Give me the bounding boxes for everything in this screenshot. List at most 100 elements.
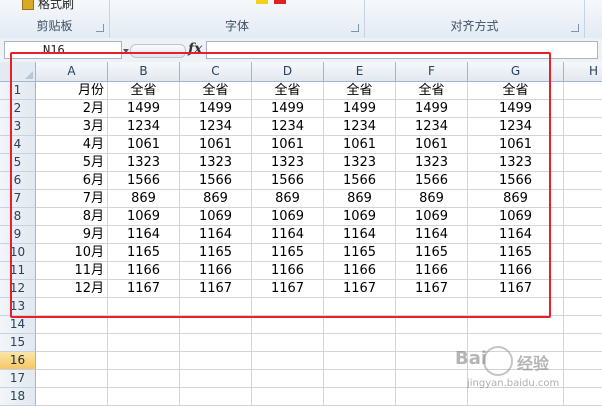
cell-e18[interactable]: [324, 388, 396, 406]
cell-c1[interactable]: 全省: [180, 82, 252, 100]
cell-c2[interactable]: 1499: [180, 100, 252, 118]
cell-d10[interactable]: 1165: [252, 244, 324, 262]
cell-f7[interactable]: 869: [396, 190, 468, 208]
cell-e12[interactable]: 1167: [324, 280, 396, 298]
cell-g4[interactable]: 1061: [468, 136, 564, 154]
cell-b1[interactable]: 全省: [108, 82, 180, 100]
cell-e15[interactable]: [324, 334, 396, 352]
row-header-1[interactable]: 1: [0, 82, 36, 100]
cell-a3[interactable]: 3月: [36, 118, 108, 136]
cell-g7[interactable]: 869: [468, 190, 564, 208]
row-header-4[interactable]: 4: [0, 136, 36, 154]
cell-b8[interactable]: 1069: [108, 208, 180, 226]
cell-f10[interactable]: 1165: [396, 244, 468, 262]
cell-h13[interactable]: [564, 298, 602, 316]
column-header-f[interactable]: F: [396, 62, 468, 82]
column-header-e[interactable]: E: [324, 62, 396, 82]
cell-d17[interactable]: [252, 370, 324, 388]
cell-c10[interactable]: 1165: [180, 244, 252, 262]
cell-c8[interactable]: 1069: [180, 208, 252, 226]
cell-b7[interactable]: 869: [108, 190, 180, 208]
row-header-11[interactable]: 11: [0, 262, 36, 280]
row-header-8[interactable]: 8: [0, 208, 36, 226]
cell-f9[interactable]: 1164: [396, 226, 468, 244]
name-box[interactable]: N16: [4, 41, 122, 59]
cell-g12[interactable]: 1167: [468, 280, 564, 298]
formula-input[interactable]: [206, 41, 598, 59]
clipboard-dialog-launcher-icon[interactable]: [96, 24, 104, 32]
cell-b11[interactable]: 1166: [108, 262, 180, 280]
row-header-15[interactable]: 15: [0, 334, 36, 352]
cell-h10[interactable]: [564, 244, 602, 262]
cell-d18[interactable]: [252, 388, 324, 406]
cell-c18[interactable]: [180, 388, 252, 406]
cell-f4[interactable]: 1061: [396, 136, 468, 154]
cell-d7[interactable]: 869: [252, 190, 324, 208]
row-header-3[interactable]: 3: [0, 118, 36, 136]
cell-e16[interactable]: [324, 352, 396, 370]
row-header-12[interactable]: 12: [0, 280, 36, 298]
cell-f14[interactable]: [396, 316, 468, 334]
cell-g9[interactable]: 1164: [468, 226, 564, 244]
alignment-dialog-launcher-icon[interactable]: [571, 24, 579, 32]
cell-h8[interactable]: [564, 208, 602, 226]
cell-b9[interactable]: 1164: [108, 226, 180, 244]
row-header-18[interactable]: 18: [0, 388, 36, 406]
cell-h1[interactable]: [564, 82, 602, 100]
cell-h4[interactable]: [564, 136, 602, 154]
cell-g2[interactable]: 1499: [468, 100, 564, 118]
row-header-6[interactable]: 6: [0, 172, 36, 190]
cell-e2[interactable]: 1499: [324, 100, 396, 118]
column-header-d[interactable]: D: [252, 62, 324, 82]
cell-f6[interactable]: 1566: [396, 172, 468, 190]
cell-a10[interactable]: 10月: [36, 244, 108, 262]
cell-a9[interactable]: 9月: [36, 226, 108, 244]
cell-a14[interactable]: [36, 316, 108, 334]
row-header-16[interactable]: 16: [0, 352, 36, 370]
cell-e7[interactable]: 869: [324, 190, 396, 208]
cell-a17[interactable]: [36, 370, 108, 388]
cell-d16[interactable]: [252, 352, 324, 370]
cell-f3[interactable]: 1234: [396, 118, 468, 136]
cell-f13[interactable]: [396, 298, 468, 316]
cell-e4[interactable]: 1061: [324, 136, 396, 154]
cell-a15[interactable]: [36, 334, 108, 352]
column-header-h[interactable]: H: [564, 62, 602, 82]
cell-c6[interactable]: 1566: [180, 172, 252, 190]
column-header-g[interactable]: G: [468, 62, 564, 82]
cell-d6[interactable]: 1566: [252, 172, 324, 190]
cell-e17[interactable]: [324, 370, 396, 388]
cell-d9[interactable]: 1164: [252, 226, 324, 244]
cell-g8[interactable]: 1069: [468, 208, 564, 226]
cell-d12[interactable]: 1167: [252, 280, 324, 298]
select-all-corner[interactable]: [0, 62, 36, 82]
cell-a1[interactable]: 月份: [36, 82, 108, 100]
cell-h5[interactable]: [564, 154, 602, 172]
cell-e5[interactable]: 1323: [324, 154, 396, 172]
cell-d8[interactable]: 1069: [252, 208, 324, 226]
cell-g5[interactable]: 1323: [468, 154, 564, 172]
cell-d14[interactable]: [252, 316, 324, 334]
cell-d4[interactable]: 1061: [252, 136, 324, 154]
cell-e10[interactable]: 1165: [324, 244, 396, 262]
cell-e6[interactable]: 1566: [324, 172, 396, 190]
cell-a13[interactable]: [36, 298, 108, 316]
row-header-17[interactable]: 17: [0, 370, 36, 388]
row-header-7[interactable]: 7: [0, 190, 36, 208]
cell-d1[interactable]: 全省: [252, 82, 324, 100]
cell-d3[interactable]: 1234: [252, 118, 324, 136]
cell-e11[interactable]: 1166: [324, 262, 396, 280]
cell-a4[interactable]: 4月: [36, 136, 108, 154]
cell-f1[interactable]: 全省: [396, 82, 468, 100]
cell-c15[interactable]: [180, 334, 252, 352]
cell-b3[interactable]: 1234: [108, 118, 180, 136]
cell-a8[interactable]: 8月: [36, 208, 108, 226]
cell-g13[interactable]: [468, 298, 564, 316]
cell-d5[interactable]: 1323: [252, 154, 324, 172]
row-header-13[interactable]: 13: [0, 298, 36, 316]
cell-c7[interactable]: 869: [180, 190, 252, 208]
font-dialog-launcher-icon[interactable]: [351, 24, 359, 32]
cell-d11[interactable]: 1166: [252, 262, 324, 280]
cell-c11[interactable]: 1166: [180, 262, 252, 280]
formula-bar-splitter[interactable]: [130, 44, 186, 58]
